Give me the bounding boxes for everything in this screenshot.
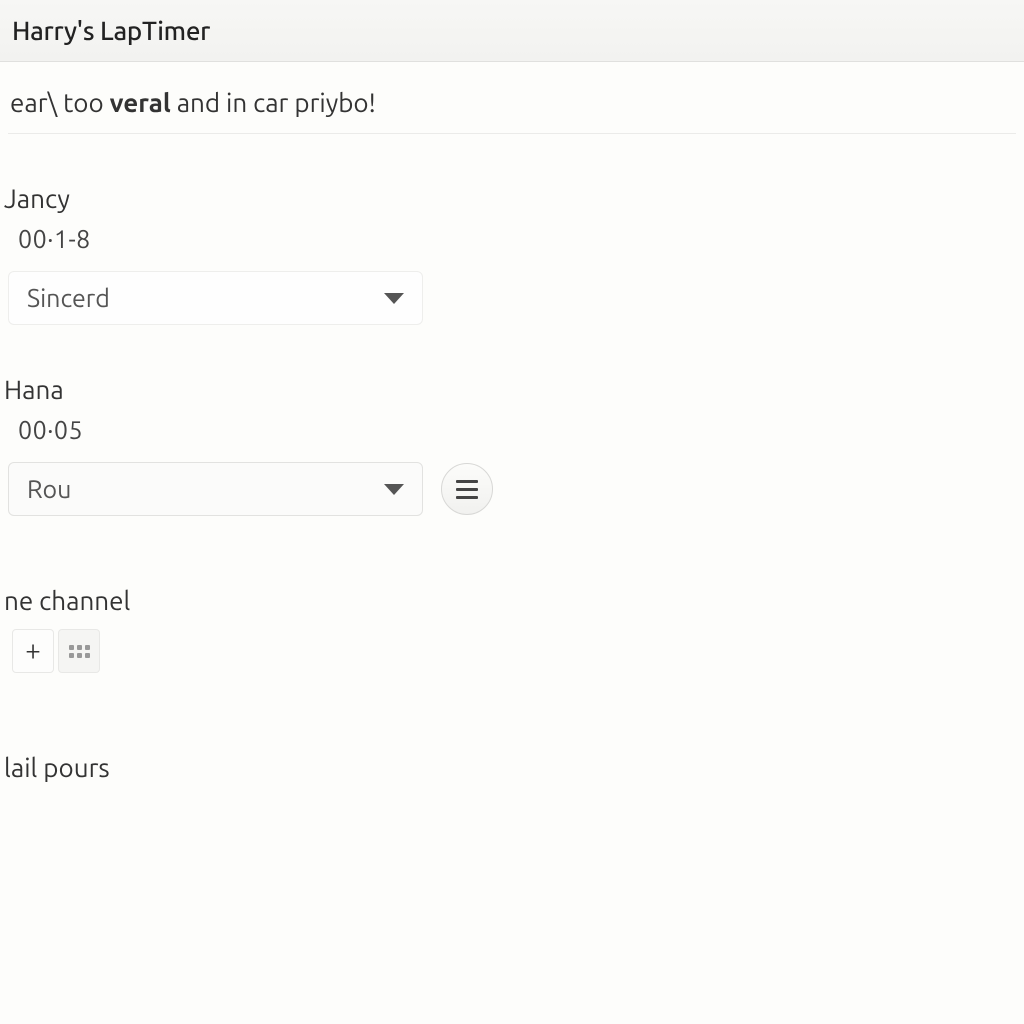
section-bottom: lail pours (8, 753, 1016, 782)
app-header: Harry's LapTimer (0, 0, 1024, 62)
channel-label: ne channel (4, 586, 1016, 615)
intro-part2: and in car priybo! (171, 88, 376, 117)
jancy-dropdown-row: Sincerd (8, 271, 1016, 325)
hana-label: Hana (4, 375, 1016, 404)
jancy-dropdown[interactable]: Sincerd (8, 271, 423, 325)
hamburger-icon (456, 480, 478, 499)
grid-button[interactable] (58, 629, 100, 673)
main-content: ear\ too veral and in car priybo! Jancy … (0, 62, 1024, 782)
jancy-label: Jancy (4, 184, 1016, 213)
hana-dropdown-text: Rou (27, 475, 71, 503)
jancy-value: 00·1-8 (18, 225, 1016, 253)
chevron-down-icon (384, 484, 404, 495)
jancy-dropdown-text: Sincerd (27, 284, 110, 312)
channel-toolbar: + (12, 629, 1016, 673)
intro-part1: ear\ too (10, 88, 110, 117)
plus-icon: + (25, 637, 41, 665)
hana-dropdown-row: Rou (8, 462, 1016, 516)
grid-icon (69, 645, 90, 658)
intro-bold: veral (110, 88, 171, 117)
hana-value: 00·05 (18, 416, 1016, 444)
section-hana: Hana 00·05 Rou (8, 375, 1016, 516)
intro-text: ear\ too veral and in car priybo! (8, 82, 1016, 134)
bottom-label: lail pours (4, 753, 1016, 782)
app-title: Harry's LapTimer (12, 16, 210, 45)
chevron-down-icon (384, 293, 404, 304)
section-channel: ne channel + (8, 586, 1016, 673)
hana-dropdown[interactable]: Rou (8, 462, 423, 516)
add-button[interactable]: + (12, 629, 54, 673)
section-jancy: Jancy 00·1-8 Sincerd (8, 184, 1016, 325)
menu-button[interactable] (441, 463, 493, 515)
